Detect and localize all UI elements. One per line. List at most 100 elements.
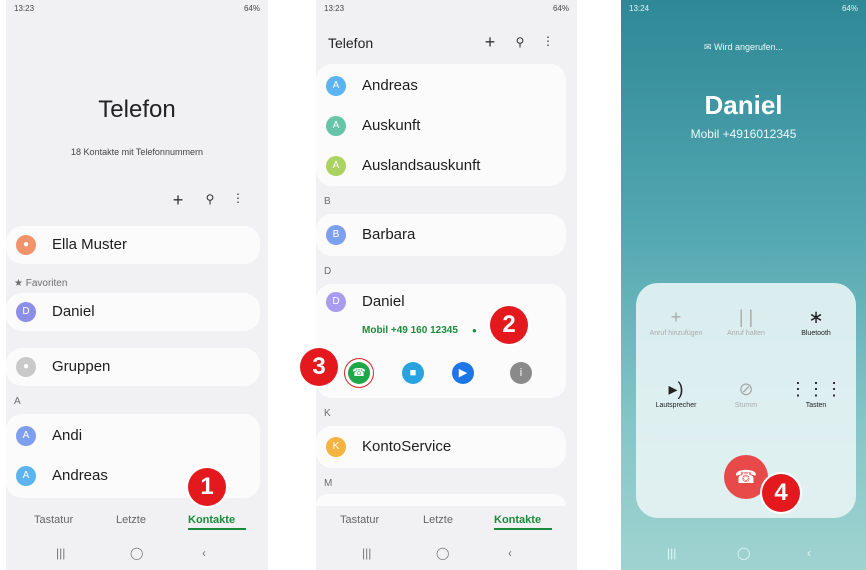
contact-name: Andi <box>52 427 83 444</box>
active-tab-indicator <box>188 528 246 530</box>
message-icon[interactable]: ■ <box>402 362 424 384</box>
bluetooth-icon: ∗ <box>808 307 824 327</box>
section-header-a: A <box>14 396 21 407</box>
section-header-d: D <box>324 266 332 277</box>
profile-name: Ella Muster <box>52 236 128 253</box>
more-vert-icon[interactable]: ⋮ <box>228 191 248 205</box>
phone-screen-calling: 13:24 64% ✉ Wird angerufen... Daniel Mob… <box>621 0 866 570</box>
video-call-icon[interactable]: ▶ <box>452 362 474 384</box>
step-badge: 3 <box>300 348 338 386</box>
list-item[interactable]: A Auslandsauskunft <box>316 146 566 186</box>
contacts-count: 18 Kontakte mit Telefonnummern <box>71 147 203 157</box>
tab-recents[interactable]: Letzte <box>423 514 453 526</box>
home-icon[interactable]: ◯ <box>130 546 143 560</box>
app-title: Telefon <box>328 35 374 51</box>
profile-card[interactable]: ● Ella Muster <box>6 226 260 264</box>
speaker-button[interactable]: ▸) Lautsprecher <box>640 377 712 410</box>
status-time: 13:23 <box>324 4 345 13</box>
avatar: A <box>326 116 346 136</box>
status-bar: 13:23 64% <box>14 4 260 18</box>
plus-icon[interactable]: + <box>480 32 500 53</box>
system-nav-bar: ||| ◯ ‹ <box>6 546 268 564</box>
add-call-button[interactable]: + Anruf hinzufügen <box>640 305 712 338</box>
status-time: 13:23 <box>14 4 35 13</box>
app-title: Telefon <box>98 96 176 123</box>
phone-screen-contact-list: 13:23 64% Telefon + ⚲ ⋮ A Andreas A Ausk… <box>316 0 577 570</box>
recents-icon[interactable]: ||| <box>667 546 676 560</box>
section-header-m: M <box>324 478 333 489</box>
tab-contacts[interactable]: Kontakte <box>188 514 235 526</box>
recents-icon[interactable]: ||| <box>362 546 371 560</box>
tab-keypad[interactable]: Tastatur <box>34 514 73 526</box>
groups-card[interactable]: ● Gruppen <box>6 348 260 386</box>
tab-keypad[interactable]: Tastatur <box>340 514 379 526</box>
hold-call-button[interactable]: | | Anruf halten <box>710 305 782 338</box>
section-header-b: B <box>324 196 331 207</box>
list-item[interactable]: A Andi <box>6 416 260 456</box>
favorites-header: ★ Favoriten <box>14 278 68 289</box>
contact-name: KontoService <box>362 438 452 455</box>
bottom-tab-bar: Tastatur Letzte Kontakte <box>316 514 577 540</box>
battery-level: 64% <box>841 4 858 13</box>
contact-card-d-expanded[interactable]: D Daniel Mobil +49 160 12345 ● ☎ ■ ▶ i <box>316 284 566 398</box>
end-call-icon: ☎ <box>734 467 758 487</box>
favorite-card[interactable]: D Daniel <box>6 293 260 331</box>
speaker-icon: ▸) <box>668 379 684 399</box>
contact-card-m <box>316 494 566 506</box>
active-tab-indicator <box>494 528 552 530</box>
call-controls-panel: + Anruf hinzufügen | | Anruf halten ∗ Bl… <box>636 283 856 518</box>
home-icon[interactable]: ◯ <box>436 546 449 560</box>
home-icon[interactable]: ◯ <box>737 546 750 560</box>
status-bar: 13:23 64% <box>324 4 569 18</box>
list-item[interactable]: A Andreas <box>316 66 566 106</box>
profile-avatar: ● <box>16 235 36 255</box>
plus-icon: + <box>670 307 682 327</box>
list-item[interactable]: A Auskunft <box>316 106 566 146</box>
system-nav-bar: ||| ◯ ‹ <box>621 546 866 564</box>
bluetooth-button[interactable]: ∗ Bluetooth <box>780 305 852 338</box>
contact-name: Andreas <box>362 77 418 94</box>
avatar: A <box>326 76 346 96</box>
contact-name: Andreas <box>52 467 108 484</box>
system-nav-bar: ||| ◯ ‹ <box>316 546 577 564</box>
caller-name: Daniel <box>704 90 783 120</box>
contacts-card-a: A Andreas A Auskunft A Auslandsauskunft <box>316 64 566 186</box>
search-icon[interactable]: ⚲ <box>200 192 220 206</box>
contact-name: Auslandsauskunft <box>362 157 481 174</box>
back-icon[interactable]: ‹ <box>807 546 811 560</box>
avatar: K <box>326 437 346 457</box>
number-dot-icon: ● <box>472 326 477 335</box>
back-icon[interactable]: ‹ <box>202 546 206 560</box>
groups-label: Gruppen <box>52 358 111 375</box>
calling-status: ✉ Wird angerufen... <box>703 42 784 52</box>
mic-off-icon: ⊘ <box>738 379 754 399</box>
avatar: B <box>326 225 346 245</box>
avatar: D <box>326 292 346 312</box>
caller-number: Mobil +4916012345 <box>690 127 797 141</box>
contact-card-b[interactable]: B Barbara <box>316 214 566 256</box>
avatar: D <box>16 302 36 322</box>
bottom-tab-bar: Tastatur Letzte Kontakte <box>6 514 268 540</box>
keypad-button[interactable]: ⋮⋮⋮ Tasten <box>780 377 852 410</box>
call-status-icon: ✉ <box>703 42 712 52</box>
search-icon[interactable]: ⚲ <box>510 35 530 49</box>
step-badge: 2 <box>490 306 528 344</box>
avatar: A <box>16 426 36 446</box>
tab-recents[interactable]: Letzte <box>116 514 146 526</box>
battery-level: 64% <box>552 4 569 13</box>
phone-screen-contacts: 13:23 64% Telefon 18 Kontakte mit Telefo… <box>6 0 268 570</box>
info-icon[interactable]: i <box>510 362 532 384</box>
contact-card-k[interactable]: K KontoService <box>316 426 566 468</box>
recents-icon[interactable]: ||| <box>56 546 65 560</box>
mute-button[interactable]: ⊘ Stumm <box>710 377 782 410</box>
favorite-name: Daniel <box>52 303 95 320</box>
step-badge: 4 <box>762 474 800 512</box>
contact-name: Daniel <box>362 293 405 310</box>
tab-contacts[interactable]: Kontakte <box>494 514 541 526</box>
plus-icon[interactable]: + <box>168 190 188 211</box>
more-vert-icon[interactable]: ⋮ <box>538 34 558 48</box>
status-time: 13:24 <box>629 4 650 13</box>
back-icon[interactable]: ‹ <box>508 546 512 560</box>
call-icon[interactable]: ☎ <box>348 362 370 384</box>
phone-number[interactable]: Mobil +49 160 12345 <box>362 325 458 336</box>
